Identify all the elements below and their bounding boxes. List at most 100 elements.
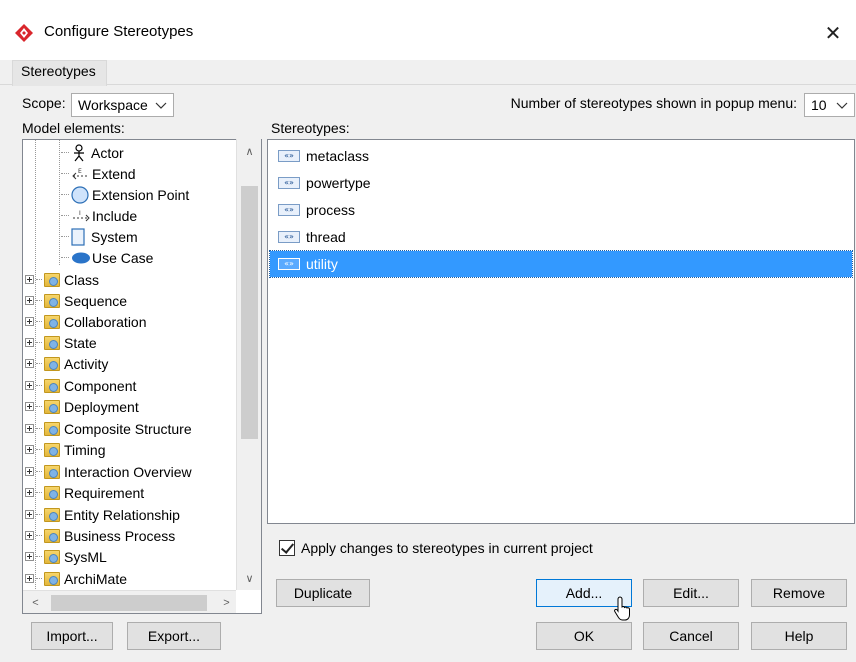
close-icon: ✕	[824, 22, 842, 45]
tree-folder-class[interactable]: Class	[25, 269, 99, 290]
export-button[interactable]: Export...	[127, 622, 221, 650]
tree-guide-line	[59, 140, 60, 265]
model-elements-label: Model elements:	[22, 120, 125, 136]
stereotype-label: metaclass	[306, 148, 370, 164]
expand-icon[interactable]	[25, 424, 34, 433]
tree-folder-collaboration[interactable]: Collaboration	[25, 311, 147, 332]
stereotype-item-utility[interactable]: «» utility	[269, 250, 853, 278]
apply-changes-checkbox[interactable]	[279, 540, 295, 556]
stereotype-icon: «»	[278, 231, 300, 243]
tree-folder-entity-relationship[interactable]: Entity Relationship	[25, 504, 180, 525]
folder-icon	[44, 528, 60, 543]
tree-folder-activity[interactable]: Activity	[25, 353, 108, 374]
popup-count-select[interactable]: 10	[804, 93, 855, 117]
button-label: Help	[784, 628, 814, 644]
tree-folder-label: Business Process	[64, 527, 176, 544]
expand-icon[interactable]	[25, 402, 34, 411]
tree-folder-interaction-overview[interactable]: Interaction Overview	[25, 461, 192, 482]
tree-folder-archimate[interactable]: ArchiMate	[25, 568, 127, 589]
expand-icon[interactable]	[25, 381, 34, 390]
close-button[interactable]: ✕	[818, 18, 848, 48]
tree-connector	[36, 279, 42, 280]
tree-vertical-scrollbar[interactable]: ∧ ∨	[236, 139, 261, 590]
stereotype-item-metaclass[interactable]: «» metaclass	[270, 144, 852, 168]
stereotypes-label: Stereotypes:	[271, 120, 350, 136]
scroll-left-icon[interactable]: <	[27, 594, 44, 611]
tree-item-extension-point[interactable]: Extension Point	[61, 184, 189, 205]
scroll-down-icon[interactable]: ∨	[241, 570, 258, 587]
tree-connector	[36, 321, 42, 322]
tree-folder-component[interactable]: Component	[25, 375, 136, 396]
tree-item-extend[interactable]: E Extend	[61, 163, 136, 184]
expand-icon[interactable]	[25, 531, 34, 540]
include-icon: I	[73, 210, 90, 221]
tree-item-actor[interactable]: Actor	[61, 142, 124, 163]
stereotype-item-powertype[interactable]: «» powertype	[270, 171, 852, 195]
scope-select[interactable]: Workspace	[71, 93, 174, 117]
tree-folder-composite-structure[interactable]: Composite Structure	[25, 418, 192, 439]
tree-folder-sequence[interactable]: Sequence	[25, 290, 127, 311]
tree-connector	[61, 173, 69, 174]
tree-connector	[61, 194, 69, 195]
scroll-up-icon[interactable]: ∧	[241, 143, 258, 160]
tree-folder-label: Sequence	[64, 292, 128, 309]
stereotype-icon: «»	[278, 204, 300, 216]
button-label: Export...	[147, 628, 201, 644]
tree-folder-timing[interactable]: Timing	[25, 439, 106, 460]
tree-folder-business-process[interactable]: Business Process	[25, 525, 175, 546]
expand-icon[interactable]	[25, 552, 34, 561]
edit-button[interactable]: Edit...	[643, 579, 739, 607]
scroll-right-icon[interactable]: >	[218, 594, 235, 611]
tree-connector	[61, 236, 69, 237]
tab-stereotypes[interactable]: Stereotypes	[12, 60, 107, 86]
cancel-button[interactable]: Cancel	[643, 622, 739, 650]
tree-horizontal-scrollbar[interactable]: < >	[23, 590, 236, 613]
tree-item-label: Actor	[91, 144, 124, 161]
tree-folder-sysml[interactable]: SysML	[25, 546, 107, 567]
tree-folder-label: Timing	[64, 441, 106, 458]
tab-label: Stereotypes	[21, 63, 96, 79]
button-label: OK	[573, 628, 595, 644]
expand-icon[interactable]	[25, 338, 34, 347]
apply-changes-label[interactable]: Apply changes to stereotypes in current …	[301, 540, 593, 556]
folder-icon	[44, 335, 60, 350]
tree-folder-deployment[interactable]: Deployment	[25, 396, 139, 417]
tree-item-use-case[interactable]: Use Case	[61, 247, 153, 268]
actor-icon	[74, 143, 84, 161]
stereotypes-list[interactable]: «» metaclass «» powertype «» process «» …	[267, 139, 855, 524]
tree-folder-state[interactable]: State	[25, 332, 97, 353]
tab-strip: Stereotypes	[0, 60, 856, 86]
expand-icon[interactable]	[25, 467, 34, 476]
expand-icon[interactable]	[25, 296, 34, 305]
help-button[interactable]: Help	[751, 622, 847, 650]
expand-icon[interactable]	[25, 359, 34, 368]
tree-item-system[interactable]: System	[61, 226, 138, 247]
expand-icon[interactable]	[25, 574, 34, 583]
expand-icon[interactable]	[25, 488, 34, 497]
tree-folder-label: Class	[64, 271, 100, 288]
button-label: Add...	[565, 585, 603, 601]
scrollbar-thumb[interactable]	[241, 186, 258, 439]
expand-icon[interactable]	[25, 317, 34, 326]
folder-icon	[44, 549, 60, 564]
tree-item-label: Extend	[92, 165, 136, 182]
tree-connector	[36, 535, 42, 536]
stereotype-item-process[interactable]: «» process	[270, 198, 852, 222]
tree-folder-label: Entity Relationship	[64, 506, 180, 523]
remove-button[interactable]: Remove	[751, 579, 847, 607]
folder-icon	[44, 399, 60, 414]
expand-icon[interactable]	[25, 510, 34, 519]
import-button[interactable]: Import...	[31, 622, 113, 650]
tree-folder-requirement[interactable]: Requirement	[25, 482, 144, 503]
scrollbar-thumb[interactable]	[51, 595, 207, 611]
ok-button[interactable]: OK	[536, 622, 632, 650]
tree-connector	[36, 471, 42, 472]
model-elements-tree[interactable]: Actor E Extend Extension Point I Include…	[22, 139, 262, 614]
duplicate-button[interactable]: Duplicate	[276, 579, 370, 607]
tree-connector	[36, 578, 42, 579]
extension-point-icon	[71, 185, 89, 204]
expand-icon[interactable]	[25, 275, 34, 284]
expand-icon[interactable]	[25, 445, 34, 454]
stereotype-item-thread[interactable]: «» thread	[270, 225, 852, 249]
tree-item-include[interactable]: I Include	[61, 205, 137, 226]
